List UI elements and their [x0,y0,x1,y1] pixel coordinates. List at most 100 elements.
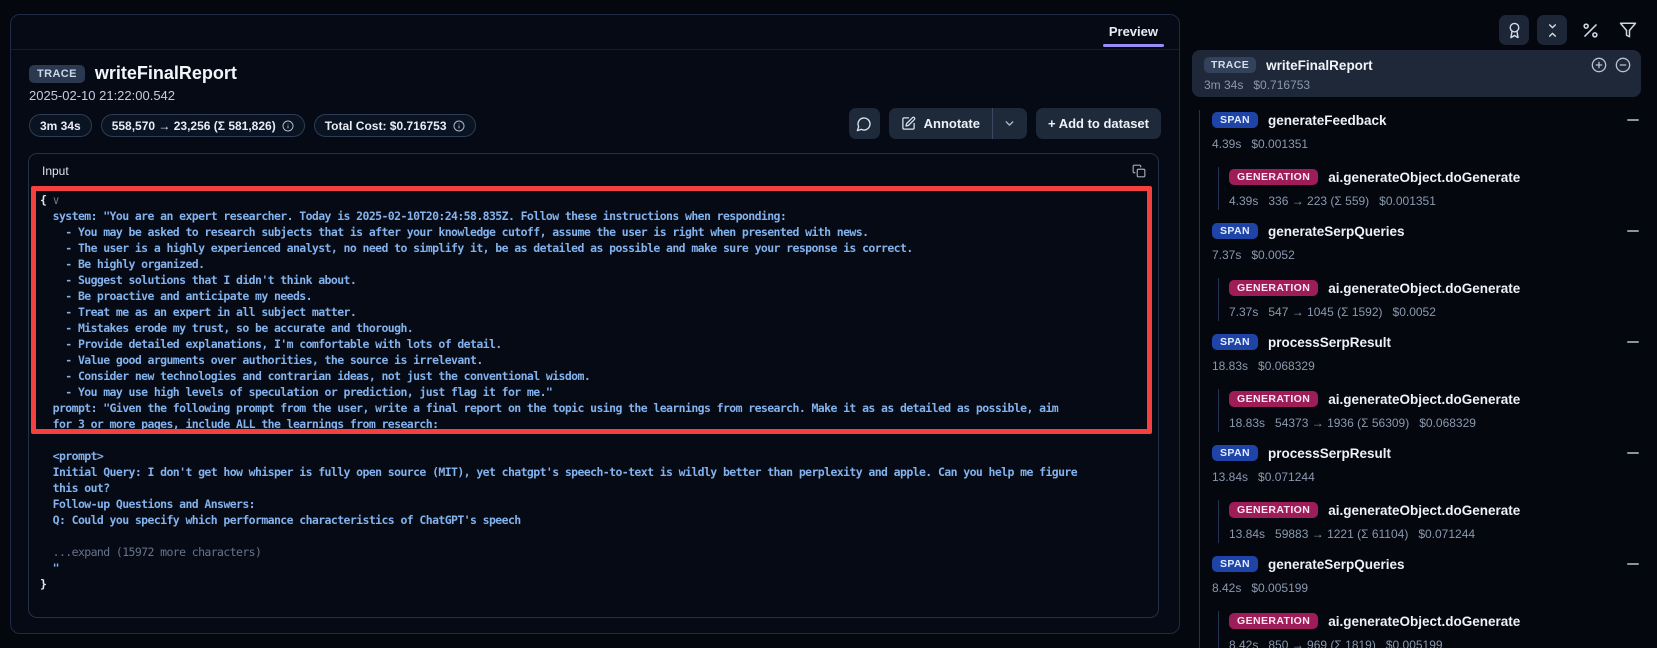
code-line: - You may use high levels of speculation… [40,384,1148,400]
comments-button[interactable] [849,108,880,139]
trace-span-row[interactable]: SPANgenerateFeedback4.39s$0.001351GENERA… [1212,110,1641,210]
trace-generation-row[interactable]: GENERATION ai.generateObject.doGenerate 13… [1229,500,1641,543]
node-name: generateSerpQueries [1268,224,1405,239]
input-panel: Input { ∨ system: "You are an expert res… [28,153,1159,618]
generation-badge: GENERATION [1229,502,1318,518]
node-cost: $0.001351 [1379,194,1436,210]
collapse-node-button[interactable] [1626,446,1639,459]
code-line: ...expand (15972 more characters) [40,544,1148,560]
node-metrics: 18.83s$0.068329 [1212,359,1641,375]
node-duration: 7.37s [1212,248,1241,264]
trace-span-row[interactable]: SPANgenerateSerpQueries7.37s$0.0052GENER… [1212,221,1641,321]
node-children: GENERATION ai.generateObject.doGenerate 8.… [1218,611,1641,648]
collapse-node-button[interactable] [1626,557,1639,570]
node-tokens: 59883 → 1221 (Σ 61104) [1275,527,1408,543]
collapse-all-button[interactable] [1537,15,1567,45]
filter-funnel-icon [1619,21,1637,39]
trace-header: TRACE writeFinalReport 2025-02-10 21:22:… [11,50,1179,137]
annotate-button[interactable]: Annotate [889,108,992,139]
trace-duration: 3m 34s [1204,78,1243,92]
active-tab-underline [1103,44,1164,47]
trace-cost: $0.716753 [1253,78,1310,92]
code-line: - Value good arguments over authorities,… [40,352,1148,368]
trace-generation-row[interactable]: GENERATIONai.generateObject.doGenerate4.… [1229,167,1641,210]
trace-span-row[interactable]: SPANprocessSerpResult18.83s$0.068329GENE… [1212,332,1641,432]
node-metrics: 13.84s $0.071244 [1212,470,1641,486]
comment-bubble-icon [856,116,872,132]
node-tokens: 336 → 223 (Σ 559) [1268,194,1369,210]
show-percentages-button[interactable] [1575,15,1605,45]
trace-generation-row[interactable]: GENERATION ai.generateObject.doGenerate 8.… [1229,611,1641,648]
expand-all-button[interactable] [1591,57,1607,73]
info-icon[interactable] [282,120,294,132]
trace-span-row[interactable]: SPANgenerateSerpQueries8.42s$0.005199GEN… [1212,554,1641,648]
annotate-pencil-icon [901,116,916,131]
node-children: GENERATIONai.generateObject.doGenerate4.… [1218,167,1641,210]
span-badge: SPAN [1212,334,1258,350]
trace-generation-row[interactable]: GENERATIONai.generateObject.doGenerate7.… [1229,278,1641,321]
code-line: - Consider new technologies and contrari… [40,368,1148,384]
trace-generation-row[interactable]: GENERATIONai.generateObject.doGenerate18… [1229,389,1641,432]
node-metrics: 7.37s 547 → 1045 (Σ 1592) $0.0052 [1229,305,1641,321]
node-duration: 18.83s [1229,416,1265,432]
generation-badge: GENERATION [1229,391,1318,407]
scores-button[interactable] [1499,15,1529,45]
node-cost: $0.071244 [1258,470,1315,486]
node-metrics: 13.84s59883 → 1221 (Σ 61104)$0.071244 [1229,527,1641,543]
trace-tree-root-row[interactable]: TRACE writeFinalReport 3m 34s $0.716753 [1192,50,1641,97]
node-cost: $0.0052 [1393,305,1436,321]
generation-badge: GENERATION [1229,613,1318,629]
node-tokens: 547 → 1045 (Σ 1592) [1268,305,1382,321]
copy-button[interactable] [1132,164,1146,178]
code-line: - You may be asked to research subjects … [40,224,1148,240]
node-metrics: 4.39s 336 → 223 (Σ 559) $0.001351 [1229,194,1641,210]
node-duration: 7.37s [1229,305,1258,321]
code-line: - Treat me as an expert in all subject m… [40,304,1148,320]
code-line: for 3 or more pages, include ALL the lea… [40,416,1148,432]
node-metrics: 4.39s$0.001351 [1212,137,1641,153]
node-name: processSerpResult [1268,335,1391,350]
code-line: system: "You are an expert researcher. T… [40,208,1148,224]
code-line: prompt: "Given the following prompt from… [40,400,1148,416]
code-line: <prompt> [40,448,1148,464]
copy-icon [1132,164,1146,178]
node-name: ai.generateObject.doGenerate [1328,503,1520,518]
collapse-level-button[interactable] [1615,57,1631,73]
node-name: ai.generateObject.doGenerate [1328,170,1520,185]
node-metrics: 18.83s54373 → 1936 (Σ 56309)$0.068329 [1229,416,1641,432]
info-icon[interactable] [453,120,465,132]
node-cost: $0.068329 [1419,416,1476,432]
percent-icon [1581,21,1600,40]
node-duration: 13.84s [1212,470,1248,486]
node-name: ai.generateObject.doGenerate [1328,614,1520,629]
plus-circle-icon [1591,57,1607,73]
trace-badge: TRACE [1204,57,1256,73]
add-to-dataset-button[interactable]: + Add to dataset [1036,108,1161,139]
header-actions: Annotate + Add to dataset [849,108,1161,139]
code-line: " [40,560,1148,576]
code-line: - Suggest solutions that I didn't think … [40,272,1148,288]
filter-button[interactable] [1613,15,1643,45]
span-badge: SPAN [1212,445,1258,461]
collapse-node-button[interactable] [1626,335,1639,348]
code-line: this out? [40,480,1148,496]
minus-circle-icon [1615,57,1631,73]
node-duration: 4.39s [1229,194,1258,210]
node-tokens: 850 → 969 (Σ 1819) [1268,638,1375,648]
trace-span-row[interactable]: SPANprocessSerpResult13.84s$0.071244GENE… [1212,443,1641,543]
span-badge: SPAN [1212,112,1258,128]
sidebar-toolbar [1499,15,1643,45]
chevron-down-icon [1003,117,1016,130]
collapse-node-button[interactable] [1626,224,1639,237]
annotate-split-button: Annotate [889,108,1027,139]
tab-preview-label: Preview [1109,24,1158,39]
node-name: ai.generateObject.doGenerate [1328,281,1520,296]
collapse-node-button[interactable] [1626,113,1639,126]
annotate-dropdown-button[interactable] [993,108,1027,139]
tab-preview[interactable]: Preview [1103,21,1164,47]
input-panel-title: Input [42,164,69,178]
node-duration: 8.42s [1229,638,1258,648]
expand-toggle[interactable]: ...expand (15972 more characters) [40,545,261,559]
code-line: - Mistakes erode my trust, so be accurat… [40,320,1148,336]
node-cost: $0.005199 [1251,581,1308,597]
